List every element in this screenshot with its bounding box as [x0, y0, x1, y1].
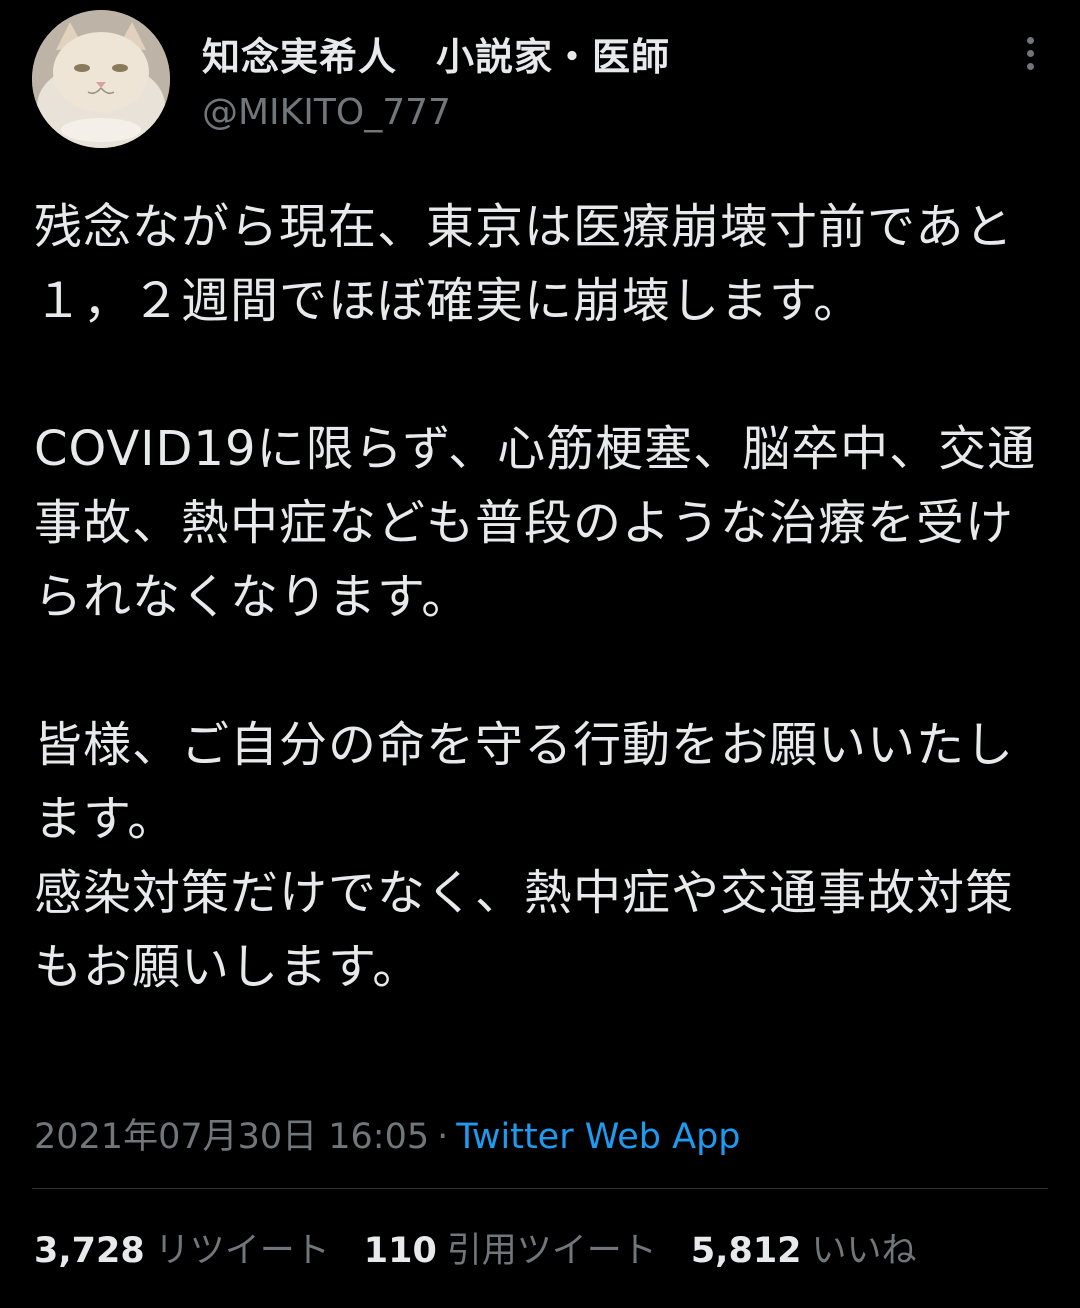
menu-dot — [1026, 62, 1034, 70]
tweet-header: 知念実希人 小説家・医師 @MIKITO_777 — [0, 0, 1080, 170]
retweets-count: 3,728 — [34, 1231, 145, 1271]
tweet-meta: 2021年07月30日 16:05 · Twitter Web App — [34, 1108, 741, 1159]
quotes-count: 110 — [363, 1231, 437, 1271]
likes-label: いいね — [811, 1231, 917, 1271]
cat-avatar[interactable] — [32, 10, 170, 148]
retweets-stat[interactable]: 3,728 リツイート — [34, 1222, 330, 1273]
tweet-text: 残念ながら現在、東京は医療崩壊寸前であと１，２週間でほぼ確実に崩壊します。 CO… — [34, 199, 1037, 995]
menu-dot — [1026, 49, 1034, 57]
meta-separator: · — [437, 1117, 449, 1157]
likes-count: 5,812 — [690, 1231, 802, 1271]
divider — [32, 1188, 1048, 1189]
tweet-timestamp[interactable]: 2021年07月30日 16:05 — [34, 1117, 429, 1157]
author-display-name[interactable]: 知念実希人 小説家・医師 — [202, 26, 670, 81]
quotes-stat[interactable]: 110 引用ツイート — [364, 1222, 657, 1273]
tweet-stats: 3,728 リツイート 110 引用ツイート 5,812 いいね — [34, 1222, 951, 1273]
author-handle[interactable]: @MIKITO_777 — [202, 92, 451, 133]
tweet-source-link[interactable]: Twitter Web App — [456, 1117, 740, 1157]
menu-dot — [1026, 36, 1034, 44]
cat-avatar-image — [32, 10, 170, 148]
likes-stat[interactable]: 5,812 いいね — [691, 1222, 917, 1273]
more-vertical-icon[interactable] — [1010, 30, 1050, 76]
quotes-label: 引用ツイート — [446, 1231, 657, 1271]
retweets-label: リツイート — [154, 1231, 330, 1271]
